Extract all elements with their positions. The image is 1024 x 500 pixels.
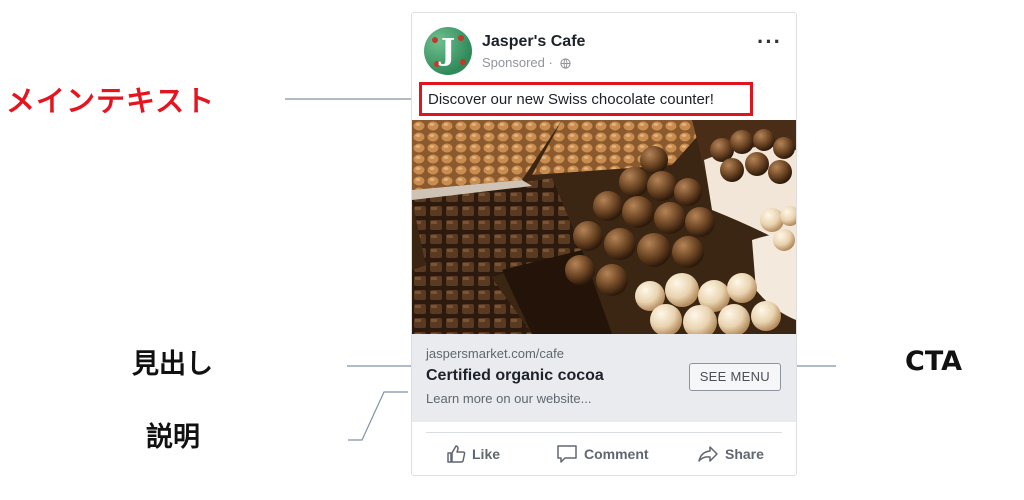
- share-button[interactable]: Share: [697, 439, 764, 469]
- share-label: Share: [725, 446, 764, 462]
- ad-image[interactable]: [412, 120, 796, 334]
- link-preview[interactable]: jaspersmarket.com/cafe Certified organic…: [412, 334, 796, 422]
- link-headline[interactable]: Certified organic cocoa: [426, 367, 604, 385]
- like-button[interactable]: Like: [446, 439, 500, 469]
- sponsored-text: Sponsored ·: [482, 55, 557, 70]
- more-options-icon[interactable]: ···: [757, 31, 782, 53]
- ad-post-card: J Jasper's Cafe Sponsored · ··· Discover…: [411, 12, 797, 476]
- primary-text: Discover our new Swiss chocolate counter…: [428, 91, 714, 108]
- leader-description: [348, 391, 408, 441]
- comment-label: Comment: [584, 446, 649, 462]
- annotation-headline: 見出し: [132, 349, 213, 380]
- like-label: Like: [472, 446, 501, 462]
- annotation-main-text: メインテキスト: [6, 84, 216, 118]
- link-domain: jaspersmarket.com/cafe: [426, 346, 564, 361]
- post-actions: Like Comment Share: [412, 439, 796, 469]
- annotation-cta: CTA: [905, 346, 963, 377]
- comment-icon: [557, 445, 577, 463]
- like-icon: [447, 445, 466, 463]
- page-avatar[interactable]: J: [424, 27, 472, 75]
- annotation-description: 説明: [146, 422, 200, 453]
- page-name[interactable]: Jasper's Cafe: [482, 33, 585, 51]
- comment-button[interactable]: Comment: [556, 439, 649, 469]
- share-icon: [698, 446, 718, 462]
- chocolate-display-image: [412, 120, 796, 334]
- primary-text-highlight: Discover our new Swiss chocolate counter…: [419, 82, 753, 116]
- globe-icon: [560, 58, 572, 69]
- link-description: Learn more on our website...: [426, 391, 592, 406]
- actions-divider: [426, 432, 782, 433]
- sponsored-label: Sponsored ·: [482, 55, 572, 70]
- see-menu-button[interactable]: SEE MENU: [688, 363, 781, 391]
